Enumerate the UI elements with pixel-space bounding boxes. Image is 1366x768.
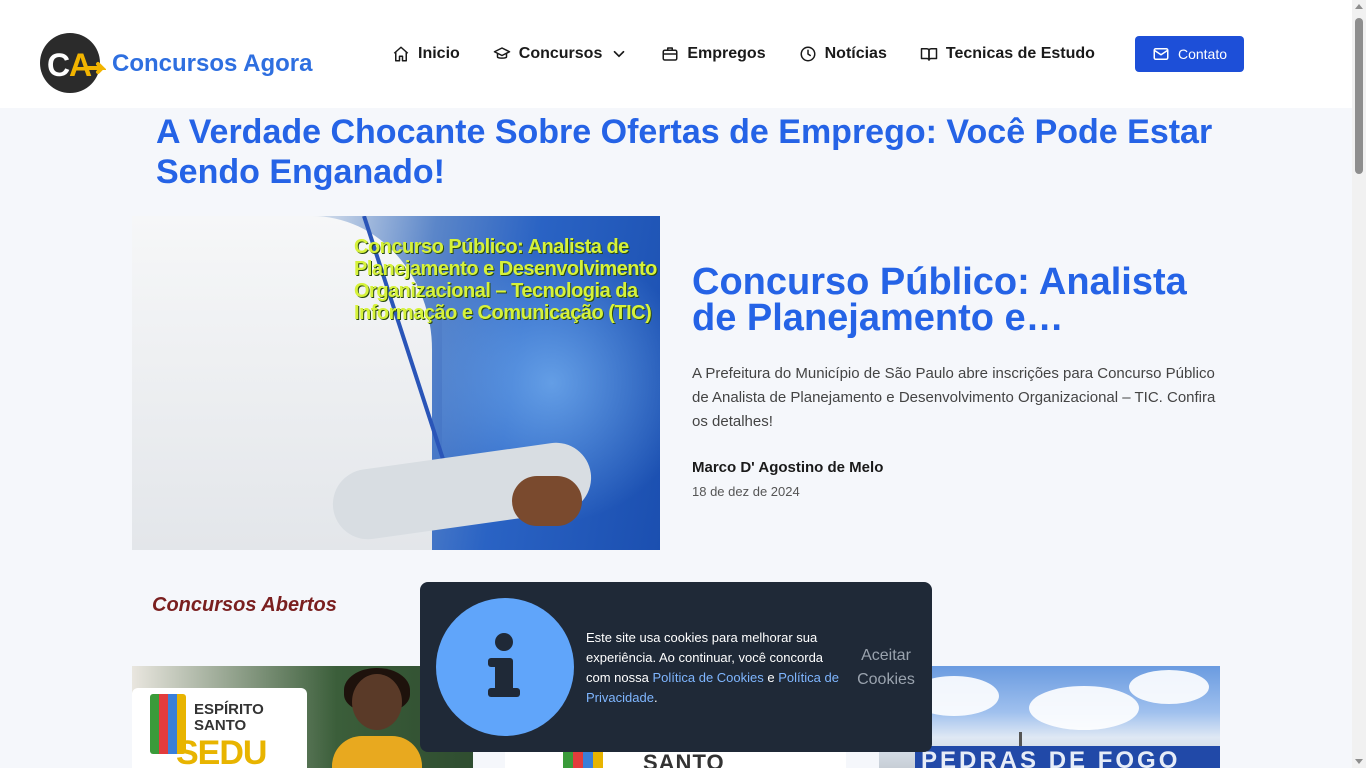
featured-description: A Prefeitura do Município de São Paulo a… xyxy=(692,365,1216,430)
nav-item-noticias[interactable]: Notícias xyxy=(799,36,887,72)
page-title[interactable]: A Verdade Chocante Sobre Ofertas de Empr… xyxy=(156,112,1226,192)
page-scrollbar[interactable] xyxy=(1352,0,1366,768)
clock-icon xyxy=(800,46,816,62)
image-hand xyxy=(512,476,582,526)
graduation-cap-icon xyxy=(493,47,511,59)
card-brand-text: SEDU xyxy=(176,734,267,768)
nav-label: Inicio xyxy=(418,45,460,62)
nav-item-inicio[interactable]: Inicio xyxy=(392,36,460,72)
brand-name: Concursos Agora xyxy=(112,50,313,77)
svg-text:C: C xyxy=(47,47,70,83)
book-icon xyxy=(920,48,938,61)
nav-label: Tecnicas de Estudo xyxy=(945,45,1095,62)
scrollbar-thumb[interactable] xyxy=(1355,18,1363,174)
site-header: C A Concursos Agora Inicio Concursos Emp… xyxy=(0,0,1352,108)
briefcase-icon xyxy=(662,47,678,61)
mail-icon xyxy=(1153,48,1169,60)
info-icon xyxy=(436,598,574,736)
cloud-shape xyxy=(1129,670,1209,704)
logo-mark-icon: C A xyxy=(40,30,107,96)
cookie-text-middle: e xyxy=(763,670,779,685)
brand-logo[interactable]: C A Concursos Agora xyxy=(40,30,312,96)
featured-image-overlay-text: Concurso Público: Analista de Planejamen… xyxy=(354,236,657,324)
nav-label: Notícias xyxy=(824,45,887,62)
nav-item-concursos[interactable]: Concursos xyxy=(493,36,629,72)
card-logo-badge: ESPÍRITO SANTO SEDU xyxy=(132,688,307,768)
card-logo-text: ESPÍRITO SANTO xyxy=(194,701,264,734)
nav-item-empregos[interactable]: Empregos xyxy=(661,36,766,72)
featured-author: Marco D' Agostino de Melo xyxy=(692,459,884,476)
card-sign-text: PEDRAS DE FOGO xyxy=(915,746,1220,768)
section-title-concursos-abertos: Concursos Abertos xyxy=(152,594,337,616)
featured-image[interactable]: Concurso Público: Analista de Planejamen… xyxy=(132,216,660,550)
chevron-down-icon xyxy=(614,50,625,58)
cloud-shape xyxy=(1029,686,1139,730)
contact-button[interactable]: Contato xyxy=(1135,36,1244,72)
featured-date: 18 de dez de 2024 xyxy=(692,484,800,499)
featured-title[interactable]: Concurso Público: Analista de Planejamen… xyxy=(692,263,1222,337)
nav-item-tecnicas[interactable]: Tecnicas de Estudo xyxy=(920,36,1095,72)
cookie-message: Este site usa cookies para melhorar sua … xyxy=(586,628,848,708)
main-nav: Inicio Concursos Empregos Notícias Tecni… xyxy=(392,36,1128,72)
accept-cookies-button[interactable]: Aceitar Cookies xyxy=(852,644,920,692)
nav-label: Empregos xyxy=(687,45,766,62)
home-icon xyxy=(393,46,409,62)
card-person-image xyxy=(332,668,422,768)
nav-label: Concursos xyxy=(518,45,603,62)
cookie-banner: Este site usa cookies para melhorar sua … xyxy=(420,582,932,752)
scroll-down-arrow-icon[interactable] xyxy=(1355,759,1363,764)
scroll-up-arrow-icon[interactable] xyxy=(1355,4,1363,9)
cookie-text-after: . xyxy=(653,690,658,705)
svg-text:A: A xyxy=(69,47,92,83)
card-logo-text: SANTO xyxy=(643,750,725,768)
contact-label: Contato xyxy=(1177,46,1228,62)
cookie-policy-link[interactable]: Política de Cookies xyxy=(652,670,763,685)
